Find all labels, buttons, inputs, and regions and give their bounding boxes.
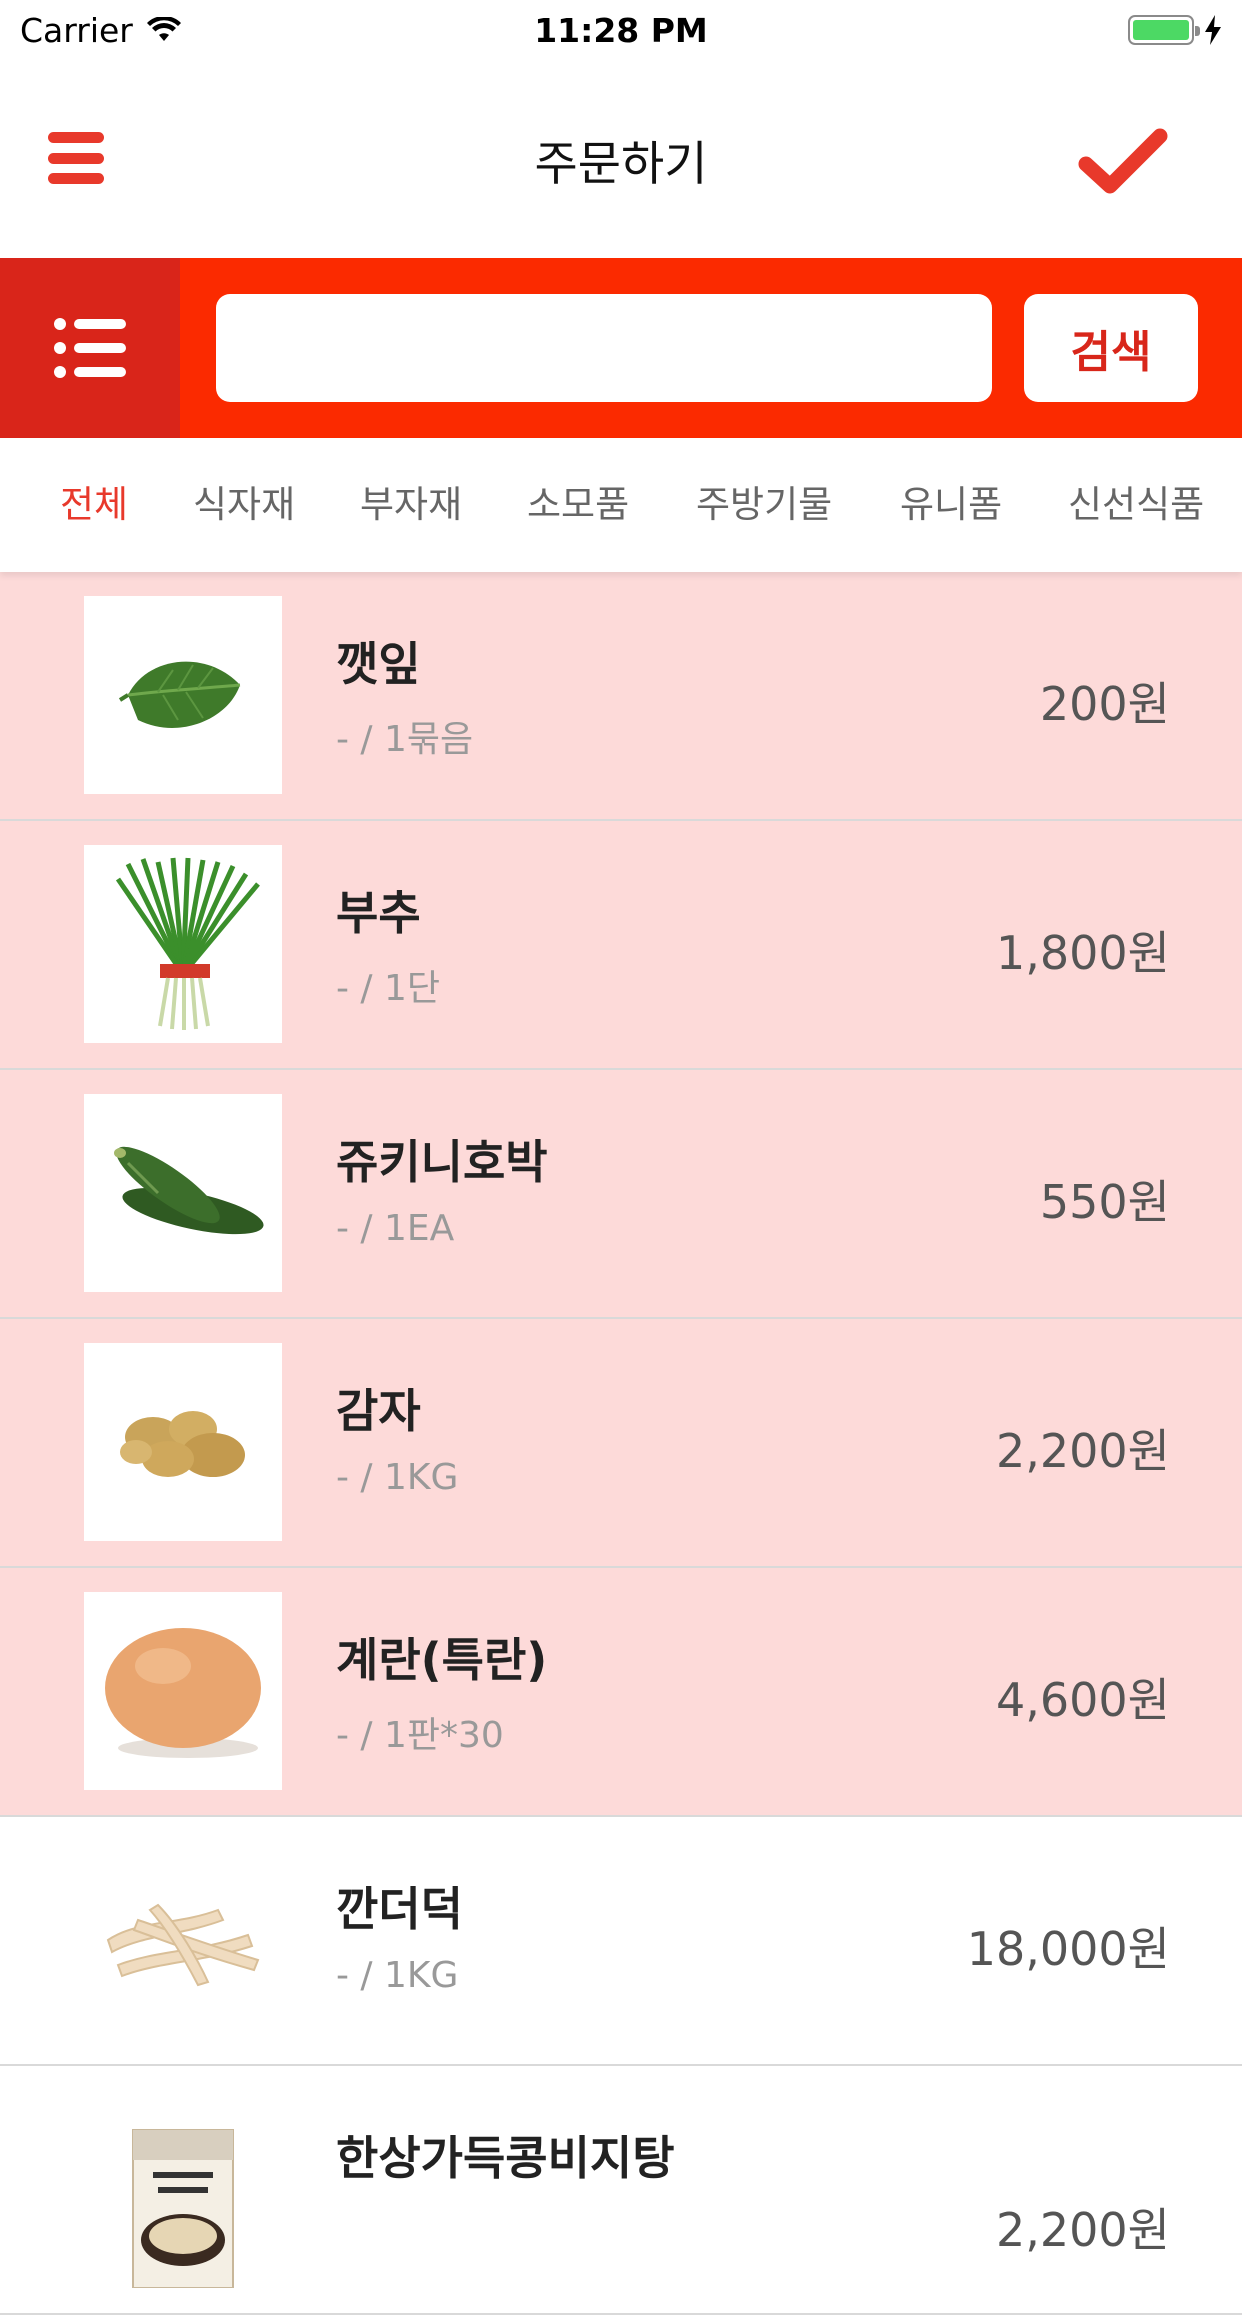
category-list-button[interactable] <box>0 258 180 438</box>
product-row[interactable]: 감자 - / 1KG 2,200원 <box>0 1319 1242 1568</box>
category-tabs: 전체 식자재 부자재 소모품 주방기물 유니폼 신선식품 <box>0 438 1242 572</box>
menu-line <box>48 152 104 164</box>
wifi-icon <box>146 17 181 41</box>
battery-fill <box>1133 20 1189 40</box>
product-name: 깐더덕 <box>336 1882 463 1936</box>
product-name: 감자 <box>336 1384 421 1438</box>
product-row[interactable]: 한상가득콩비지탕 2,200원 <box>0 2066 1242 2315</box>
product-unit: - / 1EA <box>336 1208 455 1249</box>
tab-sub-materials[interactable]: 부자재 <box>360 474 462 528</box>
tab-all[interactable]: 전체 <box>60 474 128 528</box>
tab-kitchenware[interactable]: 주방기물 <box>696 474 832 528</box>
product-price: 4,600원 <box>995 1673 1170 1727</box>
egg-image <box>84 1592 282 1790</box>
soup-package-image <box>84 2090 282 2288</box>
carrier-label: Carrier <box>20 10 133 50</box>
tab-ingredients[interactable]: 식자재 <box>193 474 295 528</box>
product-name: 깻잎 <box>336 637 421 691</box>
product-price: 2,200원 <box>995 2203 1170 2257</box>
search-bar: 검색 <box>0 258 1242 438</box>
perilla-leaf-image <box>84 596 282 794</box>
product-unit: - / 1묶음 <box>336 719 474 760</box>
product-price: 18,000원 <box>966 1922 1170 1976</box>
product-row[interactable]: 깐더덕 - / 1KG 18,000원 <box>0 1817 1242 2066</box>
list-icon <box>54 318 126 378</box>
product-list: 깻잎 - / 1묶음 200원 부추 - / 1단 1,800원 쥬키니호박 -… <box>0 572 1242 2315</box>
potato-image <box>84 1343 282 1541</box>
deodeok-image <box>84 1841 282 2039</box>
product-price: 550원 <box>1039 1175 1170 1229</box>
search-button[interactable]: 검색 <box>1024 294 1198 402</box>
product-row[interactable]: 깻잎 - / 1묶음 200원 <box>0 572 1242 821</box>
search-input[interactable] <box>216 294 992 402</box>
status-left: Carrier <box>20 11 181 50</box>
product-unit: - / 1KG <box>336 1955 459 1996</box>
product-name: 쥬키니호박 <box>336 1135 548 1189</box>
tab-fresh-food[interactable]: 신선식품 <box>1068 474 1204 528</box>
confirm-check-icon[interactable] <box>1078 126 1168 198</box>
product-unit: - / 1판*30 <box>336 1715 504 1756</box>
product-row[interactable]: 부추 - / 1단 1,800원 <box>0 821 1242 1070</box>
menu-line <box>48 132 104 143</box>
product-price: 2,200원 <box>995 1424 1170 1478</box>
page-title: 주문하기 <box>534 136 708 192</box>
product-unit: - / 1단 <box>336 968 441 1009</box>
tab-consumables[interactable]: 소모품 <box>527 474 629 528</box>
product-price: 200원 <box>1039 677 1170 731</box>
charging-bolt-icon <box>1205 15 1221 45</box>
product-name: 한상가득콩비지탕 <box>336 2131 675 2185</box>
nav-bar: 주문하기 <box>0 60 1242 258</box>
status-right <box>1128 15 1222 45</box>
status-bar: Carrier 11:28 PM <box>0 0 1242 60</box>
product-row[interactable]: 계란(특란) - / 1판*30 4,600원 <box>0 1568 1242 1817</box>
menu-line <box>48 173 104 184</box>
product-name: 계란(특란) <box>336 1633 548 1687</box>
product-unit: - / 1KG <box>336 1457 459 1498</box>
chives-image <box>84 845 282 1043</box>
product-name: 부추 <box>336 886 421 940</box>
menu-icon[interactable] <box>48 132 104 184</box>
tab-uniform[interactable]: 유니폼 <box>900 474 1002 528</box>
product-price: 1,800원 <box>995 926 1170 980</box>
zucchini-image <box>84 1094 282 1292</box>
status-time: 11:28 PM <box>534 10 708 50</box>
product-row[interactable]: 쥬키니호박 - / 1EA 550원 <box>0 1070 1242 1319</box>
battery-icon <box>1128 15 1200 45</box>
